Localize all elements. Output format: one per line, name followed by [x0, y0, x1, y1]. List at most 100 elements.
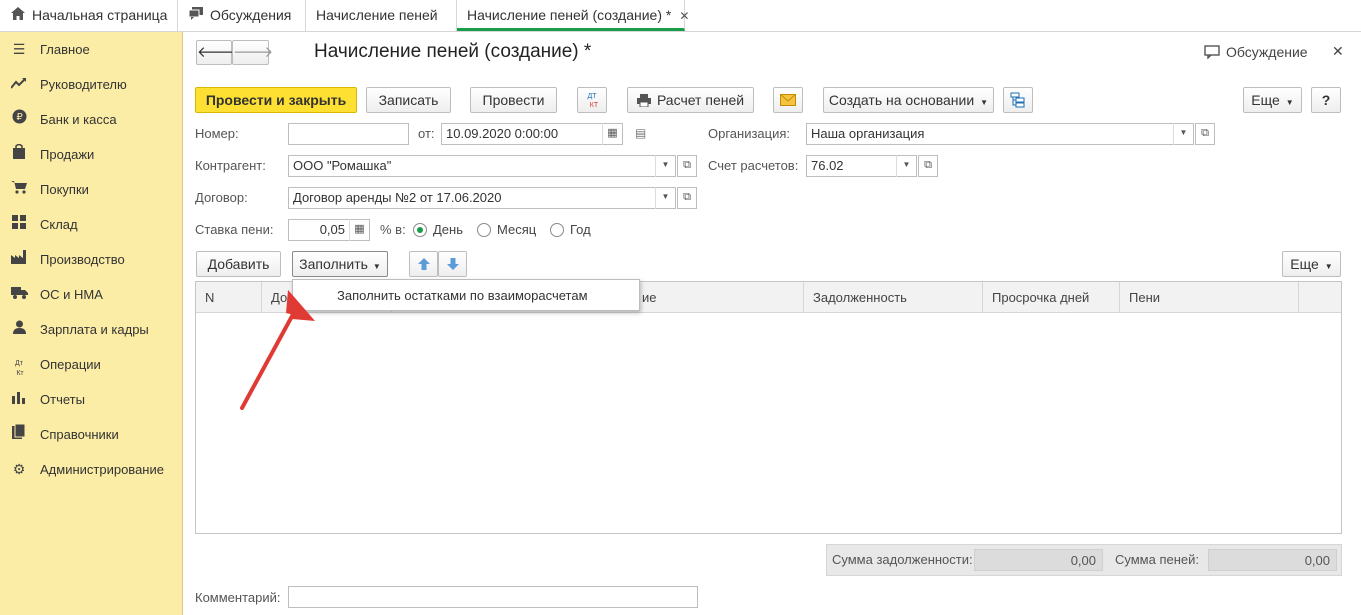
account-label: Счет расчетов:: [708, 158, 799, 173]
move-up-button[interactable]: [409, 251, 438, 277]
annotation-arrow: [240, 290, 315, 410]
dtkt-button[interactable]: ДТ КТ: [577, 87, 607, 113]
arrow-up-icon: [417, 256, 430, 272]
radio-month[interactable]: [477, 223, 491, 237]
radio-year[interactable]: [550, 223, 564, 237]
chevron-down-icon[interactable]: ▼: [1173, 123, 1193, 145]
close-form-icon[interactable]: ✕: [1332, 43, 1344, 60]
calendar-icon[interactable]: ▦: [602, 123, 622, 145]
menu-item-fill-by-balances[interactable]: Заполнить остатками по взаиморасчетам: [337, 280, 588, 312]
tab-home[interactable]: Начальная страница: [0, 0, 178, 31]
arrow-right-icon: 🡒: [233, 44, 274, 61]
email-button[interactable]: [773, 87, 803, 113]
sidebar-item-main[interactable]: ☰ Главное: [0, 32, 183, 67]
organization-field[interactable]: Наша организация: [806, 123, 1194, 145]
open-icon[interactable]: ⧉: [677, 187, 697, 209]
post-button[interactable]: Провести: [470, 87, 557, 113]
counterparty-field[interactable]: ООО "Ромашка": [288, 155, 676, 177]
total-penalty-label: Сумма пеней:: [1115, 552, 1200, 567]
page-title: Начисление пеней (создание) *: [314, 41, 592, 62]
total-penalty-value: 0,00: [1208, 549, 1337, 571]
grid-icon: [10, 207, 28, 242]
notes-icon[interactable]: ▤: [635, 126, 646, 140]
create-based-on-button[interactable]: Создать на основании ▼: [823, 87, 994, 113]
tab-discussions[interactable]: Обсуждения: [178, 0, 306, 31]
sidebar-item-payroll[interactable]: Зарплата и кадры: [0, 312, 183, 347]
dtkt-icon: ДТ: [587, 93, 597, 100]
date-field[interactable]: 10.09.2020 0:00:00: [441, 123, 623, 145]
sidebar-item-operations[interactable]: Дт Кт Операции: [0, 347, 183, 382]
tab-label: Начальная страница: [32, 7, 168, 23]
move-down-button[interactable]: [438, 251, 467, 277]
sidebar-item-bank[interactable]: ₽ Банк и касса: [0, 102, 183, 137]
radio-day[interactable]: [413, 223, 427, 237]
fill-button[interactable]: Заполнить ▼: [292, 251, 388, 277]
contract-field[interactable]: Договор аренды №2 от 17.06.2020: [288, 187, 676, 209]
factory-icon: [10, 242, 28, 277]
sidebar-item-warehouse[interactable]: Склад: [0, 207, 183, 242]
table-more-label: Еще: [1290, 256, 1319, 272]
column-header-spacer: [1299, 282, 1341, 313]
help-button[interactable]: ?: [1311, 87, 1341, 113]
menu-icon: ☰: [12, 41, 26, 57]
sidebar-item-admin[interactable]: ⚙ Администрирование: [0, 452, 183, 487]
open-icon[interactable]: ⧉: [677, 155, 697, 177]
chevron-down-icon: ▼: [1324, 262, 1333, 271]
chat-icon: [1204, 44, 1226, 60]
chevron-down-icon[interactable]: ▼: [655, 187, 675, 209]
more-label: Еще: [1251, 92, 1280, 108]
table-more-button[interactable]: Еще ▼: [1282, 251, 1341, 277]
total-debt-label: Сумма задолженности:: [832, 552, 973, 567]
tab-label: Начисление пеней (создание) *: [467, 7, 672, 23]
add-row-button[interactable]: Добавить: [196, 251, 281, 277]
home-icon: [10, 0, 26, 31]
bars-icon: [10, 382, 28, 417]
cart-icon: [10, 172, 28, 207]
sidebar-item-assets[interactable]: ОС и НМА: [0, 277, 183, 312]
radio-month-label: Месяц: [497, 222, 537, 237]
book-icon: [10, 417, 28, 452]
sidebar-item-purchases[interactable]: Покупки: [0, 172, 183, 207]
discussion-link[interactable]: Обсуждение: [1204, 44, 1308, 60]
percent-in-label: % в:: [380, 222, 406, 237]
sidebar-item-manager[interactable]: Руководителю: [0, 67, 183, 102]
forward-button[interactable]: 🡒: [232, 40, 273, 65]
fill-dropdown-menu: Заполнить остатками по взаиморасчетам: [292, 279, 640, 311]
totals-bar: Сумма задолженности: 0,00 Сумма пеней: 0…: [826, 544, 1342, 576]
number-field[interactable]: [288, 123, 409, 145]
sidebar-item-reports[interactable]: Отчеты: [0, 382, 183, 417]
chevron-down-icon[interactable]: ▼: [896, 155, 916, 177]
column-header-penalty[interactable]: Пени: [1120, 282, 1299, 313]
tab-label: Обсуждения: [210, 7, 292, 23]
comment-field[interactable]: [288, 586, 698, 608]
tab-penalty-list[interactable]: Начисление пеней: [306, 0, 457, 31]
sidebar-item-production[interactable]: Производство: [0, 242, 183, 277]
calc-penalty-button[interactable]: Расчет пеней: [627, 87, 754, 113]
create-based-on-label: Создать на основании: [828, 92, 975, 108]
open-icon[interactable]: ⧉: [1195, 123, 1215, 145]
sidebar-item-catalogs[interactable]: Справочники: [0, 417, 183, 452]
post-and-close-button[interactable]: Провести и закрыть: [195, 87, 357, 113]
save-button[interactable]: Записать: [366, 87, 451, 113]
chevron-down-icon: ▼: [980, 98, 989, 107]
calculator-icon[interactable]: ▦: [349, 219, 369, 241]
tab-penalty-create[interactable]: Начисление пеней (создание) * ✕: [457, 0, 689, 31]
bag-icon: [10, 137, 28, 172]
chat-icon: [188, 0, 204, 31]
ruble-icon: ₽: [10, 102, 28, 137]
back-button[interactable]: 🡐: [196, 40, 237, 65]
calc-penalty-label: Расчет пеней: [656, 92, 745, 108]
chevron-down-icon[interactable]: ▼: [655, 155, 675, 177]
svg-text:₽: ₽: [16, 112, 23, 123]
comment-label: Комментарий:: [195, 590, 281, 605]
structure-button[interactable]: [1003, 87, 1033, 113]
date-value: 10.09.2020 0:00:00: [446, 126, 559, 141]
date-label: от:: [418, 126, 435, 141]
close-tab-icon[interactable]: ✕: [679, 9, 689, 23]
sidebar-item-sales[interactable]: Продажи: [0, 137, 183, 172]
column-header-overdue-days[interactable]: Просрочка дней: [983, 282, 1120, 313]
column-header-debt[interactable]: Задолженность: [804, 282, 983, 313]
penalty-table[interactable]: N До ие Задолженность Просрочка дней Пен…: [195, 281, 1342, 534]
more-button[interactable]: Еще ▼: [1243, 87, 1302, 113]
open-icon[interactable]: ⧉: [918, 155, 938, 177]
